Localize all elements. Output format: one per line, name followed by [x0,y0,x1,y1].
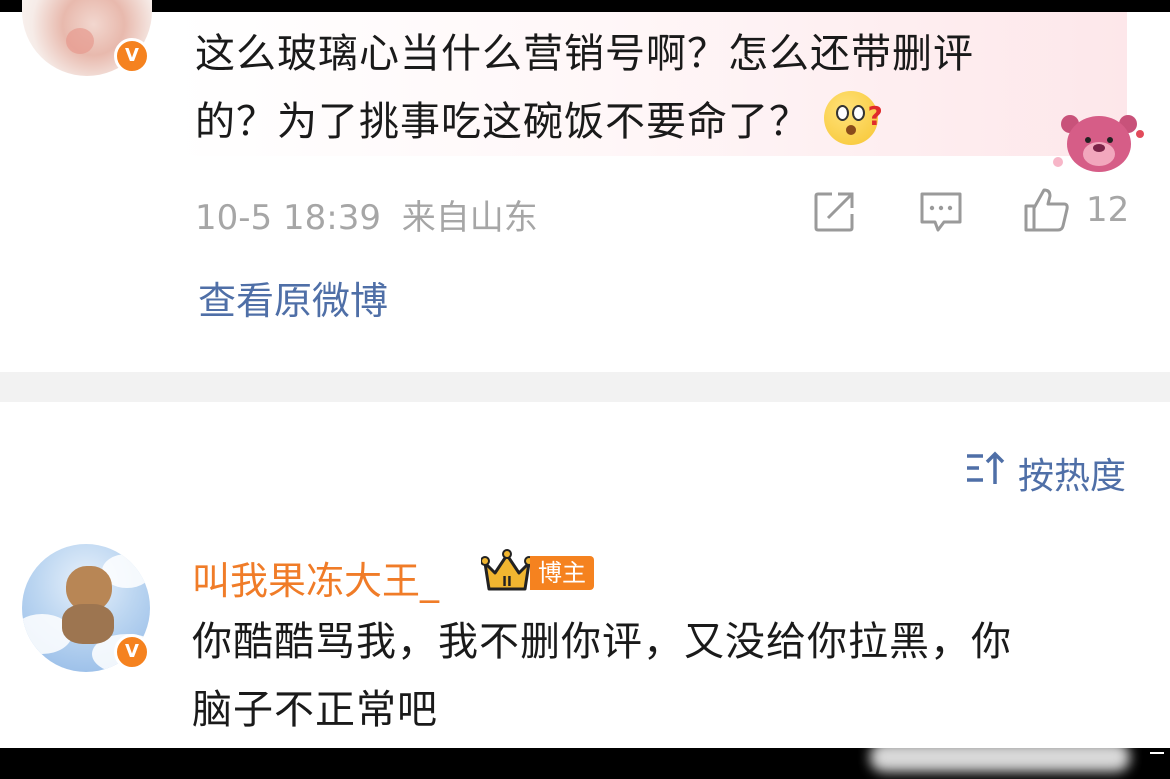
verified-badge-icon: V [114,38,150,74]
crown-level: II [502,575,512,590]
comment-text: 你酷酷骂我，我不删你评，又没给你拉黑，你 脑子不正常吧 [192,608,1122,744]
comment-text-line: 你酷酷骂我，我不删你评，又没给你拉黑，你 [192,619,1012,665]
share-icon[interactable] [812,190,856,234]
cat-body-image [62,604,114,644]
crown-icon: II [481,549,533,591]
top-status-strip [0,0,1170,12]
thumbs-up-icon[interactable] [1022,186,1072,234]
comment-text-line: 的？为了挑事吃这碗饭不要命了？ [195,99,810,145]
sort-by-hot-button[interactable]: 按热度 [1018,447,1126,499]
author-badge: 博主 [530,556,594,590]
home-indicator [1150,752,1164,754]
comment-meta: 10-5 18:39 来自山东 [195,190,538,239]
comment-time: 10-5 18:39 [195,198,381,238]
comment-text-line: 脑子不正常吧 [192,687,438,733]
verified-badge-icon: V [114,634,150,670]
lotso-bear-decoration-icon [1053,115,1144,172]
blurred-watermark [870,742,1130,772]
comment-icon[interactable] [918,190,964,234]
username[interactable]: 叫我果冻大王_ [192,550,439,605]
avatar-decoration [66,28,94,54]
comment-text: 这么玻璃心当什么营销号啊？怎么还带删评 的？为了挑事吃这碗饭不要命了？ ? [195,20,1075,156]
section-divider [0,372,1170,402]
bottom-bar [0,742,1170,779]
view-original-post-link[interactable]: 查看原微博 [198,270,388,325]
puzzled-face-emoji-icon: ? [823,91,883,145]
sort-icon[interactable] [965,448,1007,488]
like-count: 12 [1086,190,1130,230]
comment-text-line: 这么玻璃心当什么营销号啊？怎么还带删评 [195,31,974,77]
comment-location: 来自山东 [401,198,538,238]
